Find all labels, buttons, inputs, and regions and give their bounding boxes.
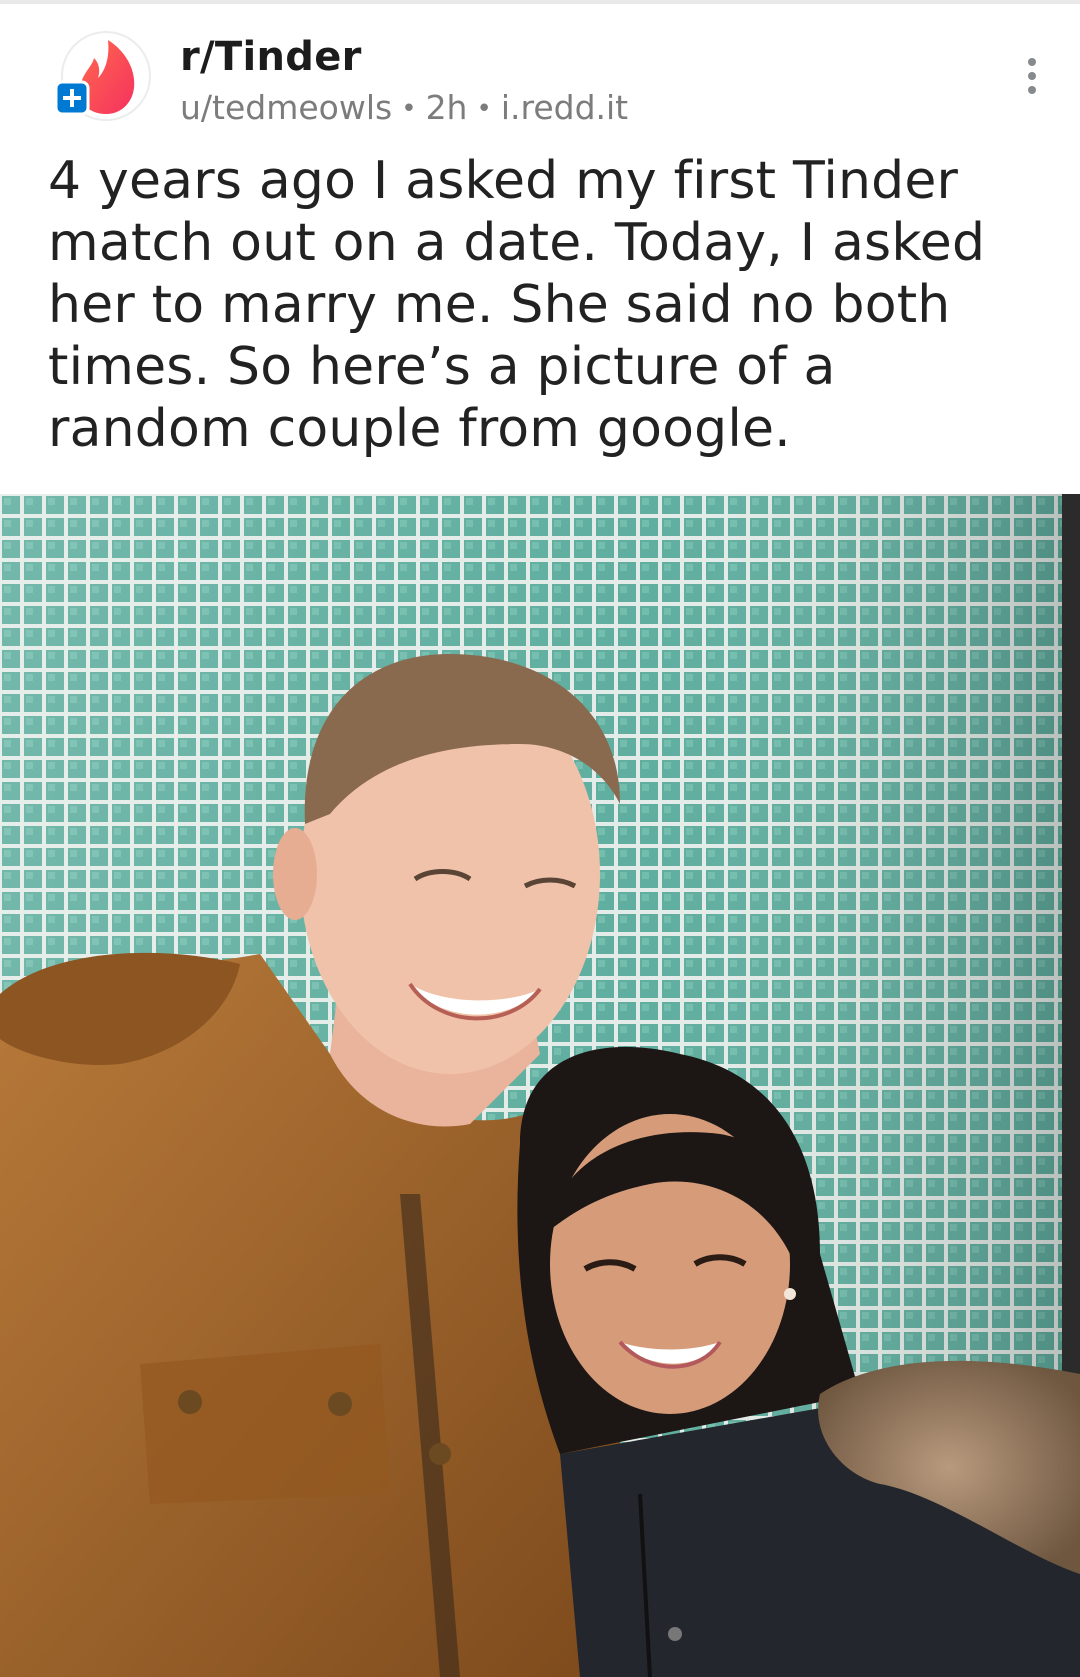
tinder-flame-icon [54,31,151,121]
author-link[interactable]: u/tedmeowls [180,88,392,127]
post-title[interactable]: 4 years ago I asked my first Tinder matc… [48,150,1048,460]
plus-icon[interactable] [54,80,90,116]
subreddit-name[interactable]: r/Tinder [180,34,362,80]
post-age: 2h [425,88,468,127]
couple-photo [0,494,1080,1677]
post-meta: u/tedmeowls • 2h • i.redd.it [180,88,628,127]
post-domain[interactable]: i.redd.it [501,88,628,127]
meta-separator: • [476,94,492,124]
post-header: r/Tinder u/tedmeowls • 2h • i.redd.it [0,4,1080,144]
subreddit-avatar[interactable] [54,30,154,130]
meta-separator: • [401,94,417,124]
post-image[interactable] [0,494,1080,1677]
more-vertical-icon[interactable] [1012,58,1052,108]
